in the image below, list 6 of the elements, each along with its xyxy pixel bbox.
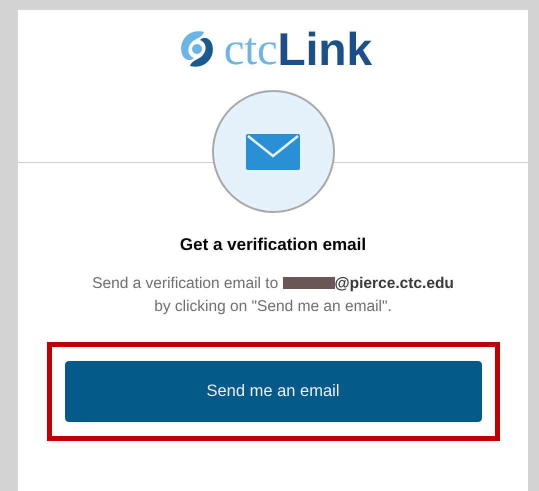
verification-message: Send a verification email to @pierce.ctc.edu by clicking on "Send me an email". (91, 274, 455, 316)
envelope-icon (246, 134, 300, 170)
page-title: Get a verification email (180, 234, 366, 256)
send-email-button[interactable]: Send me an email (64, 360, 482, 422)
logo-text-light: ctc (224, 26, 278, 72)
logo-text-bold: Link (278, 26, 372, 72)
